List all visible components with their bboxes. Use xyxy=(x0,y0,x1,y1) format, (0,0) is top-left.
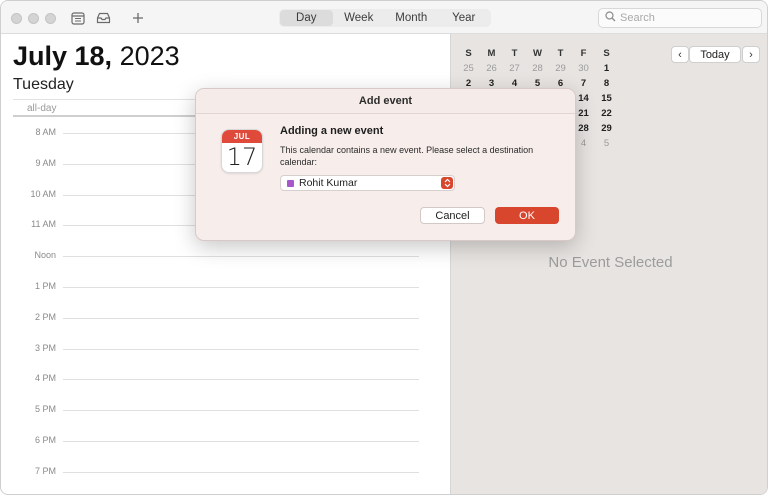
hour-divider xyxy=(63,441,419,442)
hour-row[interactable]: 1 PM xyxy=(1,281,449,291)
hour-divider xyxy=(63,410,419,412)
mini-calendar-weekday: T xyxy=(557,48,564,59)
mini-calendar-day[interactable]: 29 xyxy=(595,121,618,136)
hour-row[interactable]: 5 PM xyxy=(1,404,449,414)
tab-year[interactable]: Year xyxy=(438,10,491,26)
mini-calendar-weekday: T xyxy=(511,48,518,59)
close-window-button[interactable] xyxy=(11,13,22,24)
add-event-dialog: Add event JUL 17 Adding a new event This… xyxy=(195,88,576,241)
mini-calendar-day[interactable]: 5 xyxy=(595,136,618,151)
calendar-select-value: Rohit Kumar xyxy=(299,177,358,189)
tab-week[interactable]: Week xyxy=(333,10,386,26)
mini-calendar-day[interactable]: 29 xyxy=(549,61,572,76)
hour-row[interactable]: 2 PM xyxy=(1,312,449,322)
mini-calendar-day[interactable]: 26 xyxy=(480,61,503,76)
view-switcher: Day Week Month Year xyxy=(279,9,491,27)
mini-calendar-weekday: F xyxy=(580,48,587,59)
chevron-updown-icon xyxy=(441,177,453,189)
no-event-text: No Event Selected xyxy=(548,254,673,271)
hour-label: 8 AM xyxy=(35,127,56,137)
date-year: 2023 xyxy=(119,41,180,71)
hour-label: 11 AM xyxy=(31,219,56,230)
calendar-select[interactable]: Rohit Kumar xyxy=(280,175,455,191)
hour-label: 7 PM xyxy=(34,465,56,476)
hour-row[interactable]: 7 PM xyxy=(1,466,449,476)
next-month-button[interactable]: › xyxy=(742,46,760,63)
cancel-button[interactable]: Cancel xyxy=(420,207,485,224)
search-input[interactable] xyxy=(620,12,750,24)
calendar-app-icon: JUL 17 xyxy=(221,129,263,173)
hour-row[interactable]: 6 PM xyxy=(1,435,449,445)
dialog-message: This calendar contains a new event. Plea… xyxy=(280,145,534,167)
weekday-label: Tuesday xyxy=(13,76,74,93)
calendar-icon-month: JUL xyxy=(222,130,262,143)
minimize-window-button[interactable] xyxy=(28,13,39,24)
allday-label: all-day xyxy=(27,103,57,114)
mini-calendar-day[interactable]: 28 xyxy=(526,61,549,76)
search-field[interactable] xyxy=(598,8,762,28)
dialog-title: Add event xyxy=(196,89,575,114)
mini-calendar-day[interactable]: 22 xyxy=(595,106,618,121)
hour-label: 5 PM xyxy=(34,404,56,415)
search-icon xyxy=(605,9,616,27)
hour-row[interactable]: 4 PM xyxy=(1,373,449,383)
toolbar: Day Week Month Year xyxy=(1,1,767,34)
dialog-heading: Adding a new event xyxy=(280,125,384,137)
mini-calendar-day[interactable]: 8 xyxy=(595,76,618,91)
mini-calendar-weekday: S xyxy=(603,48,610,59)
hour-label: 2 PM xyxy=(34,311,56,322)
tab-day[interactable]: Day xyxy=(280,10,333,26)
hour-divider xyxy=(63,256,419,258)
zoom-window-button[interactable] xyxy=(45,13,56,24)
mini-calendar-weekday: M xyxy=(487,48,496,59)
calendar-icon-day: 17 xyxy=(226,143,258,171)
mini-calendar-day[interactable]: 25 xyxy=(457,61,480,76)
hour-label: Noon xyxy=(34,250,56,261)
calendar-list-icon[interactable] xyxy=(69,9,87,27)
tab-month[interactable]: Month xyxy=(385,10,438,26)
hour-divider xyxy=(63,317,419,319)
date-month-day: July 18, xyxy=(13,41,113,71)
hour-label: 6 PM xyxy=(34,435,56,445)
mini-calendar-day[interactable]: 1 xyxy=(595,61,618,76)
page-title: July 18, 2023 xyxy=(13,41,180,72)
hour-divider xyxy=(63,379,419,381)
hour-label: 4 PM xyxy=(34,373,56,384)
mini-calendar-day[interactable]: 27 xyxy=(503,61,526,76)
mini-calendar-weekday: S xyxy=(465,48,472,59)
hour-row[interactable]: 3 PM xyxy=(1,343,449,353)
calendar-window: Day Week Month Year July 18, 2023 Tuesda… xyxy=(0,0,768,495)
hour-divider xyxy=(63,348,419,350)
hour-divider xyxy=(63,287,419,288)
hour-label: 3 PM xyxy=(34,342,56,353)
mini-calendar-weekday: W xyxy=(533,48,542,59)
hour-row[interactable]: Noon xyxy=(1,250,449,260)
hour-label: 9 AM xyxy=(35,157,56,168)
hour-label: 1 PM xyxy=(34,281,56,291)
today-button[interactable]: Today xyxy=(689,46,741,63)
hour-label: 10 AM xyxy=(30,188,56,199)
calendar-color-swatch xyxy=(287,179,294,187)
mini-calendar-day[interactable]: 30 xyxy=(572,61,595,76)
prev-month-button[interactable]: ‹ xyxy=(671,46,689,63)
plus-icon[interactable] xyxy=(129,9,147,27)
ok-button[interactable]: OK xyxy=(495,207,559,224)
inbox-icon[interactable] xyxy=(94,9,112,27)
hour-divider xyxy=(63,471,419,473)
mini-calendar-day[interactable]: 7 xyxy=(572,76,595,91)
mini-calendar-day[interactable]: 15 xyxy=(595,91,618,106)
